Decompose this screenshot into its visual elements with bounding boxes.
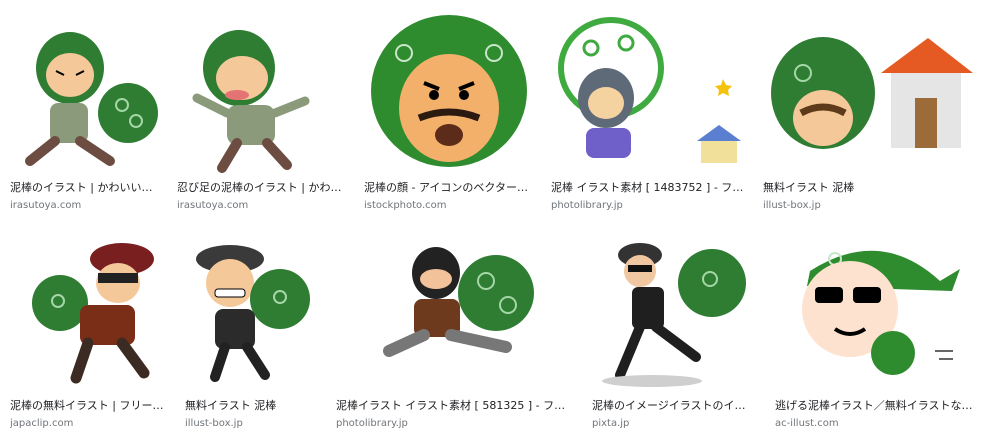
result-title[interactable]: 泥棒イラスト イラスト素材 [ 581325 ] - フォ…	[336, 399, 571, 413]
thief-cap-sack-icon	[32, 243, 154, 384]
result-title[interactable]: 泥棒の無料イラスト | フリー…	[10, 399, 166, 413]
result-title[interactable]: 泥棒のイラスト | かわいい…	[10, 181, 160, 195]
result-thumbnail[interactable]	[177, 13, 347, 175]
result-thumbnail[interactable]	[592, 231, 756, 393]
result-source[interactable]: illust-box.jp	[185, 417, 316, 430]
thief-sneaking-icon	[192, 30, 310, 173]
image-result[interactable]: 無料イラスト 泥棒 illust-box.jp	[185, 231, 316, 431]
result-thumbnail[interactable]	[551, 13, 745, 175]
image-result[interactable]: 泥棒のイメージイラストのイ… pixta.jp	[592, 231, 756, 431]
image-result[interactable]: 忍び足の泥棒のイラスト | かわ… irasutoya.com	[177, 13, 347, 213]
thief-sunglasses-icon	[802, 250, 960, 375]
image-result[interactable]: 逃げる泥棒イラスト／無料イラストな… ac-illust.com	[775, 231, 975, 431]
thief-face-icon	[371, 15, 527, 167]
result-source[interactable]: photolibrary.jp	[551, 199, 745, 212]
image-result[interactable]: 無料イラスト 泥棒 illust-box.jp	[763, 13, 975, 213]
image-result[interactable]: 泥棒の顔 - アイコンのベクター… istockphoto.com	[364, 13, 534, 213]
result-thumbnail[interactable]	[10, 13, 160, 175]
image-result[interactable]: 泥棒 イラスト素材 [ 1483752 ] - フォ… photolibrary…	[551, 13, 745, 213]
result-title[interactable]: 無料イラスト 泥棒	[185, 399, 316, 413]
result-source[interactable]: illust-box.jp	[763, 199, 975, 212]
result-source[interactable]: istockphoto.com	[364, 199, 534, 212]
result-source[interactable]: irasutoya.com	[10, 199, 160, 212]
result-thumbnail[interactable]	[336, 231, 571, 393]
result-title[interactable]: 無料イラスト 泥棒	[763, 181, 975, 195]
result-thumbnail[interactable]	[10, 231, 166, 393]
thief-black-suit-icon	[602, 243, 746, 387]
image-result[interactable]: 泥棒の無料イラスト | フリー… japaclip.com	[10, 231, 166, 431]
result-source[interactable]: irasutoya.com	[177, 199, 347, 212]
result-title[interactable]: 泥棒のイメージイラストのイ…	[592, 399, 756, 413]
image-result[interactable]: 泥棒のイラスト | かわいい… irasutoya.com	[10, 13, 160, 213]
thief-masked-running-icon	[383, 247, 534, 357]
image-result[interactable]: 泥棒イラスト イラスト素材 [ 581325 ] - フォ… photolibr…	[336, 231, 571, 431]
result-source[interactable]: pixta.jp	[592, 417, 756, 430]
result-title[interactable]: 忍び足の泥棒のイラスト | かわ…	[177, 181, 347, 195]
result-source[interactable]: ac-illust.com	[775, 417, 975, 430]
thief-grinning-icon	[196, 245, 310, 382]
thief-with-house-icon	[558, 17, 741, 163]
result-thumbnail[interactable]	[763, 13, 975, 175]
result-source[interactable]: photolibrary.jp	[336, 417, 571, 430]
result-title[interactable]: 泥棒の顔 - アイコンのベクター…	[364, 181, 534, 195]
result-title[interactable]: 泥棒 イラスト素材 [ 1483752 ] - フォ…	[551, 181, 745, 195]
result-thumbnail[interactable]	[185, 231, 316, 393]
thief-near-house-icon	[771, 37, 973, 149]
result-thumbnail[interactable]	[775, 231, 975, 393]
thief-running-with-sack-icon	[25, 32, 158, 166]
result-title[interactable]: 逃げる泥棒イラスト／無料イラストな…	[775, 399, 975, 413]
result-thumbnail[interactable]	[364, 13, 534, 175]
result-source[interactable]: japaclip.com	[10, 417, 166, 430]
